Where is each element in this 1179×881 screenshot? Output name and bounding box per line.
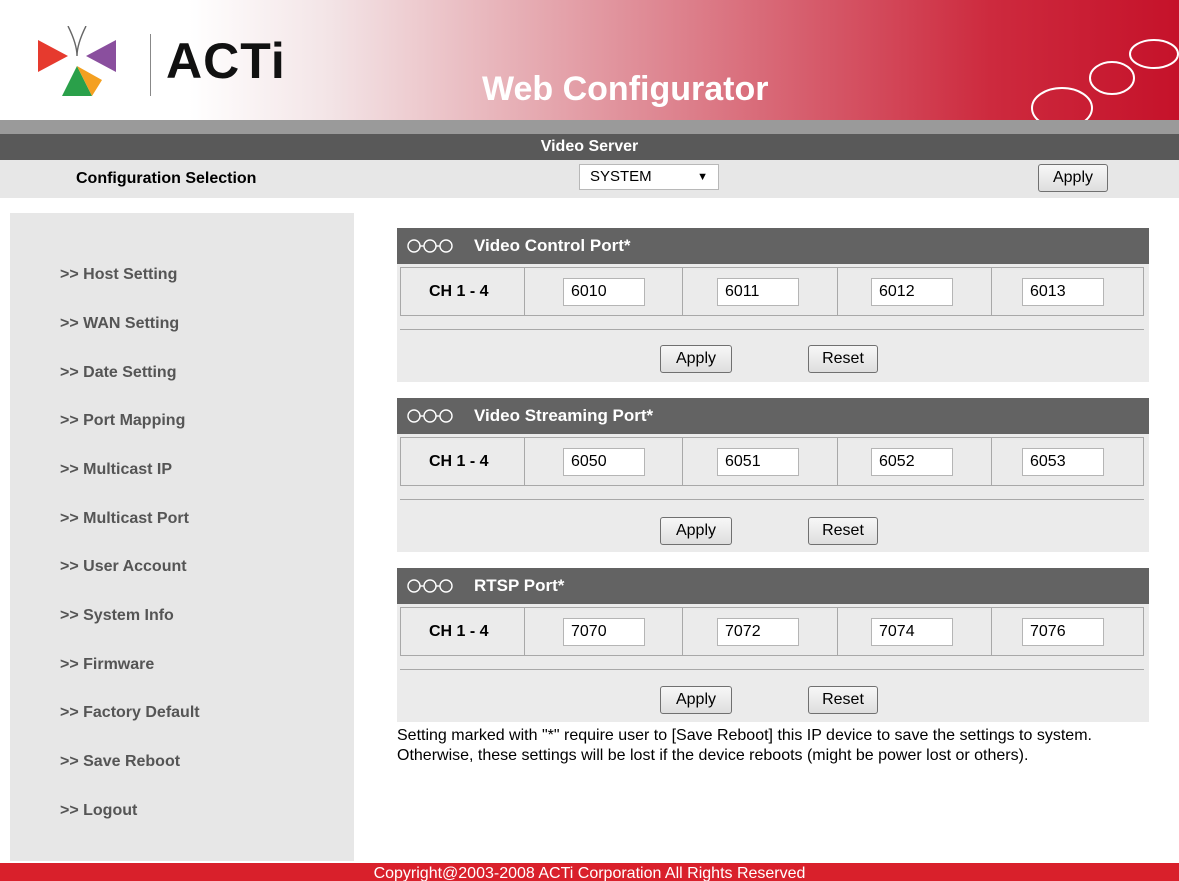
- header-divider: [0, 120, 1179, 134]
- logo-divider: [150, 34, 151, 96]
- config-selection-dropdown[interactable]: SYSTEM ▼: [579, 164, 719, 190]
- port-input-ch1[interactable]: 6010: [563, 278, 645, 306]
- panel-title: Video Control Port*: [474, 236, 631, 255]
- apply-button[interactable]: Apply: [660, 345, 732, 373]
- panel-title: RTSP Port*: [474, 576, 565, 595]
- apply-button[interactable]: Apply: [660, 686, 732, 714]
- port-cell: 6012: [838, 268, 992, 315]
- sidebar-item-multicast-ip[interactable]: >> Multicast IP: [60, 461, 172, 479]
- port-input-ch4[interactable]: 7076: [1022, 618, 1104, 646]
- video-streaming-port-panel: Video Streaming Port* CH 1 - 4 6050 6051…: [397, 398, 1149, 552]
- sidebar-item-host-setting[interactable]: >> Host Setting: [60, 266, 177, 284]
- port-cell: 6011: [683, 268, 838, 315]
- port-cell: 6050: [525, 438, 683, 485]
- port-cell: 7070: [525, 608, 683, 655]
- video-control-port-panel: Video Control Port* CH 1 - 4 6010 6011 6…: [397, 228, 1149, 382]
- panel-header: RTSP Port*: [397, 568, 1149, 604]
- sidebar-item-port-mapping[interactable]: >> Port Mapping: [60, 412, 185, 430]
- page-subtitle: Video Server: [540, 138, 639, 155]
- chain-link-icon: [407, 409, 453, 423]
- port-cell: 6010: [525, 268, 683, 315]
- reset-button[interactable]: Reset: [808, 345, 878, 373]
- panel-divider: [400, 669, 1144, 670]
- apply-button[interactable]: Apply: [660, 517, 732, 545]
- port-row: CH 1 - 4 6010 6011 6012 6013: [400, 267, 1144, 316]
- copyright-text: Copyright@2003-2008 ACTi Corporation All…: [373, 865, 806, 881]
- port-cell: 6051: [683, 438, 838, 485]
- port-cell: 6053: [992, 438, 1143, 485]
- port-input-ch3[interactable]: 7074: [871, 618, 953, 646]
- port-input-ch3[interactable]: 6052: [871, 448, 953, 476]
- channel-label: CH 1 - 4: [429, 453, 489, 470]
- panel-divider: [400, 499, 1144, 500]
- reset-button[interactable]: Reset: [808, 517, 878, 545]
- acti-logo-icon: [38, 26, 116, 96]
- sidebar-item-system-info[interactable]: >> System Info: [60, 607, 174, 625]
- sidebar-item-logout[interactable]: >> Logout: [60, 802, 137, 820]
- port-cell: 7074: [838, 608, 992, 655]
- sidebar: >> Host Setting >> WAN Setting >> Date S…: [10, 213, 354, 861]
- sidebar-item-factory-default[interactable]: >> Factory Default: [60, 704, 200, 722]
- port-cell: 7072: [683, 608, 838, 655]
- sidebar-item-multicast-port[interactable]: >> Multicast Port: [60, 510, 189, 528]
- channel-cell: CH 1 - 4: [401, 608, 525, 655]
- brand-name: ACTi: [166, 33, 286, 89]
- panel-header: Video Control Port*: [397, 228, 1149, 264]
- sidebar-item-save-reboot[interactable]: >> Save Reboot: [60, 753, 180, 771]
- port-input-ch4[interactable]: 6013: [1022, 278, 1104, 306]
- channel-cell: CH 1 - 4: [401, 268, 525, 315]
- port-row: CH 1 - 4 7070 7072 7074 7076: [400, 607, 1144, 656]
- panel-divider: [400, 329, 1144, 330]
- port-input-ch2[interactable]: 7072: [717, 618, 799, 646]
- chain-link-icon: [407, 579, 453, 593]
- config-selected-value: SYSTEM: [590, 168, 652, 185]
- port-input-ch1[interactable]: 7070: [563, 618, 645, 646]
- sidebar-item-user-account[interactable]: >> User Account: [60, 558, 187, 576]
- port-cell: 7076: [992, 608, 1143, 655]
- port-input-ch3[interactable]: 6012: [871, 278, 953, 306]
- port-input-ch4[interactable]: 6053: [1022, 448, 1104, 476]
- save-reboot-note: Setting marked with "*" require user to …: [397, 727, 1092, 764]
- port-input-ch2[interactable]: 6051: [717, 448, 799, 476]
- panel-title: Video Streaming Port*: [474, 406, 654, 425]
- sidebar-item-date-setting[interactable]: >> Date Setting: [60, 364, 176, 382]
- panel-header: Video Streaming Port*: [397, 398, 1149, 434]
- port-input-ch1[interactable]: 6050: [563, 448, 645, 476]
- app-title: Web Configurator: [482, 70, 769, 108]
- channel-cell: CH 1 - 4: [401, 438, 525, 485]
- footer: Copyright@2003-2008 ACTi Corporation All…: [0, 863, 1179, 881]
- chevron-down-icon: ▼: [697, 171, 708, 183]
- reset-button[interactable]: Reset: [808, 686, 878, 714]
- sidebar-item-wan-setting[interactable]: >> WAN Setting: [60, 315, 179, 333]
- port-cell: 6052: [838, 438, 992, 485]
- sidebar-item-firmware[interactable]: >> Firmware: [60, 656, 154, 674]
- channel-label: CH 1 - 4: [429, 623, 489, 640]
- port-row: CH 1 - 4 6050 6051 6052 6053: [400, 437, 1144, 486]
- channel-label: CH 1 - 4: [429, 283, 489, 300]
- rtsp-port-panel: RTSP Port* CH 1 - 4 7070 7072 7074 7076 …: [397, 568, 1149, 722]
- config-selection-label: Configuration Selection: [76, 170, 257, 187]
- chain-link-icon: [407, 239, 453, 253]
- header-banner: ACTi Web Configurator: [0, 0, 1179, 129]
- config-apply-button[interactable]: Apply: [1038, 164, 1108, 192]
- port-cell: 6013: [992, 268, 1143, 315]
- port-input-ch2[interactable]: 6011: [717, 278, 799, 306]
